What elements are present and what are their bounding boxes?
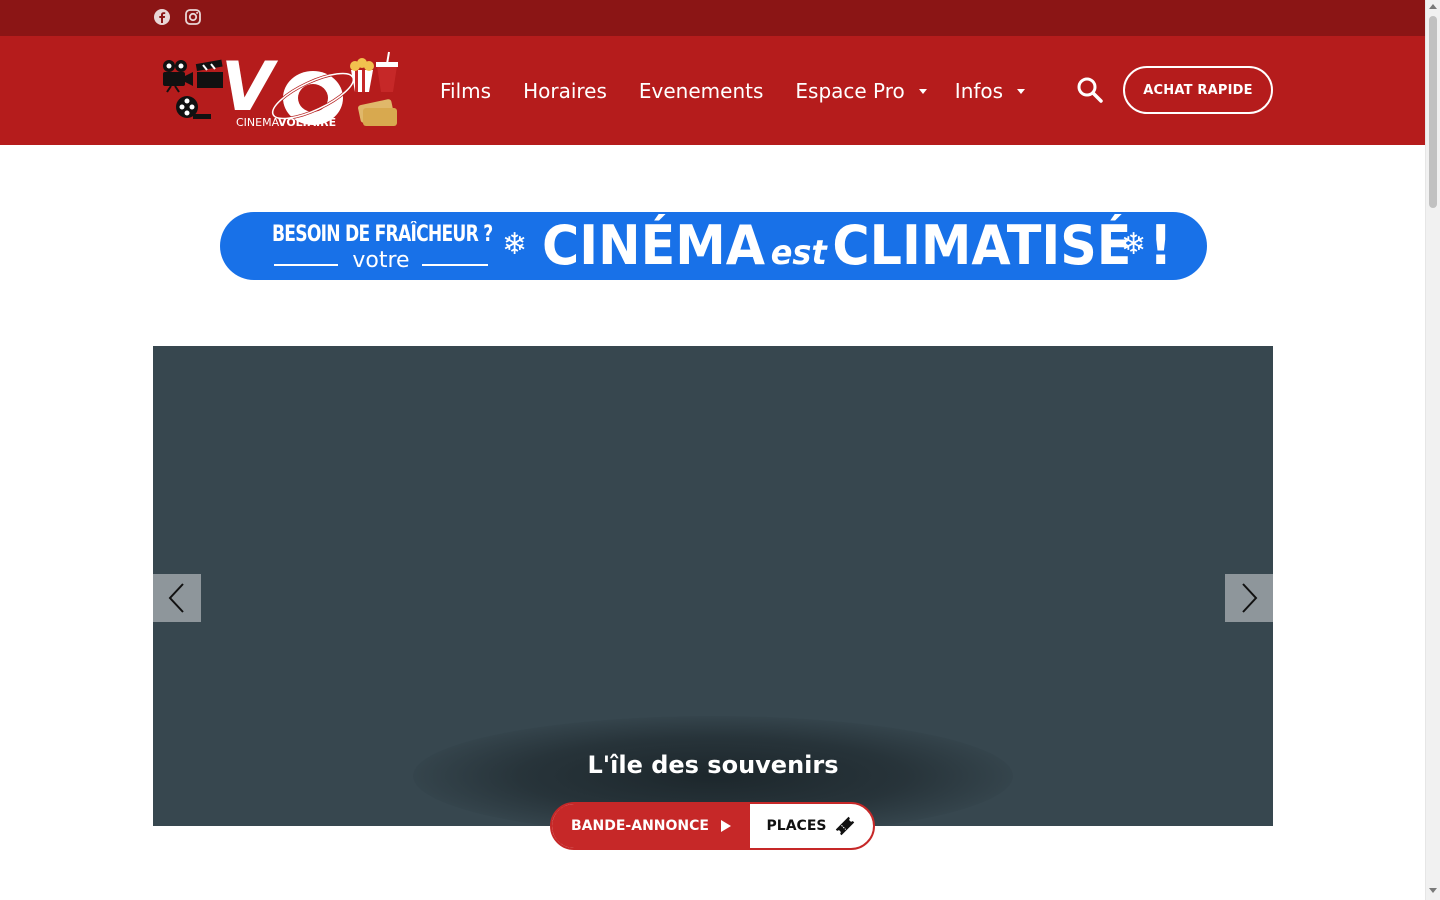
social-bar [0,0,1425,36]
main-nav: Films Horaires Evenements Espace Pro Inf… [440,36,1053,145]
trailer-button[interactable]: BANDE-ANNONCE [552,804,750,848]
nav-evenements[interactable]: Evenements [639,79,763,103]
quick-buy-button[interactable]: ACHAT RAPIDE [1123,66,1273,114]
scroll-thumb[interactable] [1429,16,1437,208]
chevron-left-icon [168,583,184,613]
svg-text:VOLTAIRE: VOLTAIRE [278,116,336,129]
caret-down-icon [1017,89,1026,94]
nav-label: Horaires [523,78,607,103]
page: V CINEMA VOLTAIRE Films Horaires Eveneme… [0,0,1425,900]
banner-line1: BESOIN DE FRAÎCHEUR ? [272,222,493,247]
nav-infos[interactable]: Infos [954,78,1026,103]
search-icon[interactable] [1076,76,1104,104]
nav-horaires[interactable]: Horaires [523,79,607,103]
nav-label: Infos [954,78,1004,103]
chevron-right-icon [1242,583,1258,613]
nav-films[interactable]: Films [440,79,491,103]
banner-headline: CINÉMA est CLIMATISÉ ! [542,216,1172,280]
banner-line2: votre [352,248,410,273]
svg-text:CINEMA: CINEMA [236,116,280,129]
places-button[interactable]: PLACES [750,804,873,848]
banner-cinema: CINÉMA [542,214,766,277]
nav-label: Evenements [638,78,764,103]
play-icon [720,820,731,832]
cinema-logo[interactable]: V CINEMA VOLTAIRE [161,48,401,130]
movie-title: L'île des souvenirs [587,751,839,779]
ticket-icon [836,816,855,836]
air-conditioning-banner[interactable]: BESOIN DE FRAÎCHEUR ? votre ❄ CINÉMA est C… [220,212,1207,280]
carousel-prev-button[interactable] [153,574,201,622]
scroll-down-icon[interactable] [1429,888,1437,893]
vertical-scrollbar[interactable] [1425,0,1440,900]
snowflake-icon: ❄ [1121,227,1147,262]
movie-carousel[interactable]: L'île des souvenirs [153,346,1273,826]
movie-actions: BANDE-ANNONCE PLACES [550,802,875,850]
caret-down-icon [918,89,927,94]
scroll-up-icon[interactable] [1429,4,1437,9]
banner-est: est [770,233,827,273]
instagram-icon[interactable] [184,8,202,26]
nav-label: Espace Pro [795,78,905,103]
carousel-next-button[interactable] [1225,574,1273,622]
banner-rule-right [422,264,488,266]
main-header: V CINEMA VOLTAIRE Films Horaires Eveneme… [0,36,1425,145]
snowflake-icon: ❄ [502,227,528,262]
nav-label: Films [440,78,492,103]
nav-espace-pro[interactable]: Espace Pro [795,78,927,103]
trailer-label: BANDE-ANNONCE [571,818,709,834]
places-label: PLACES [766,818,827,834]
facebook-icon[interactable] [153,8,171,26]
